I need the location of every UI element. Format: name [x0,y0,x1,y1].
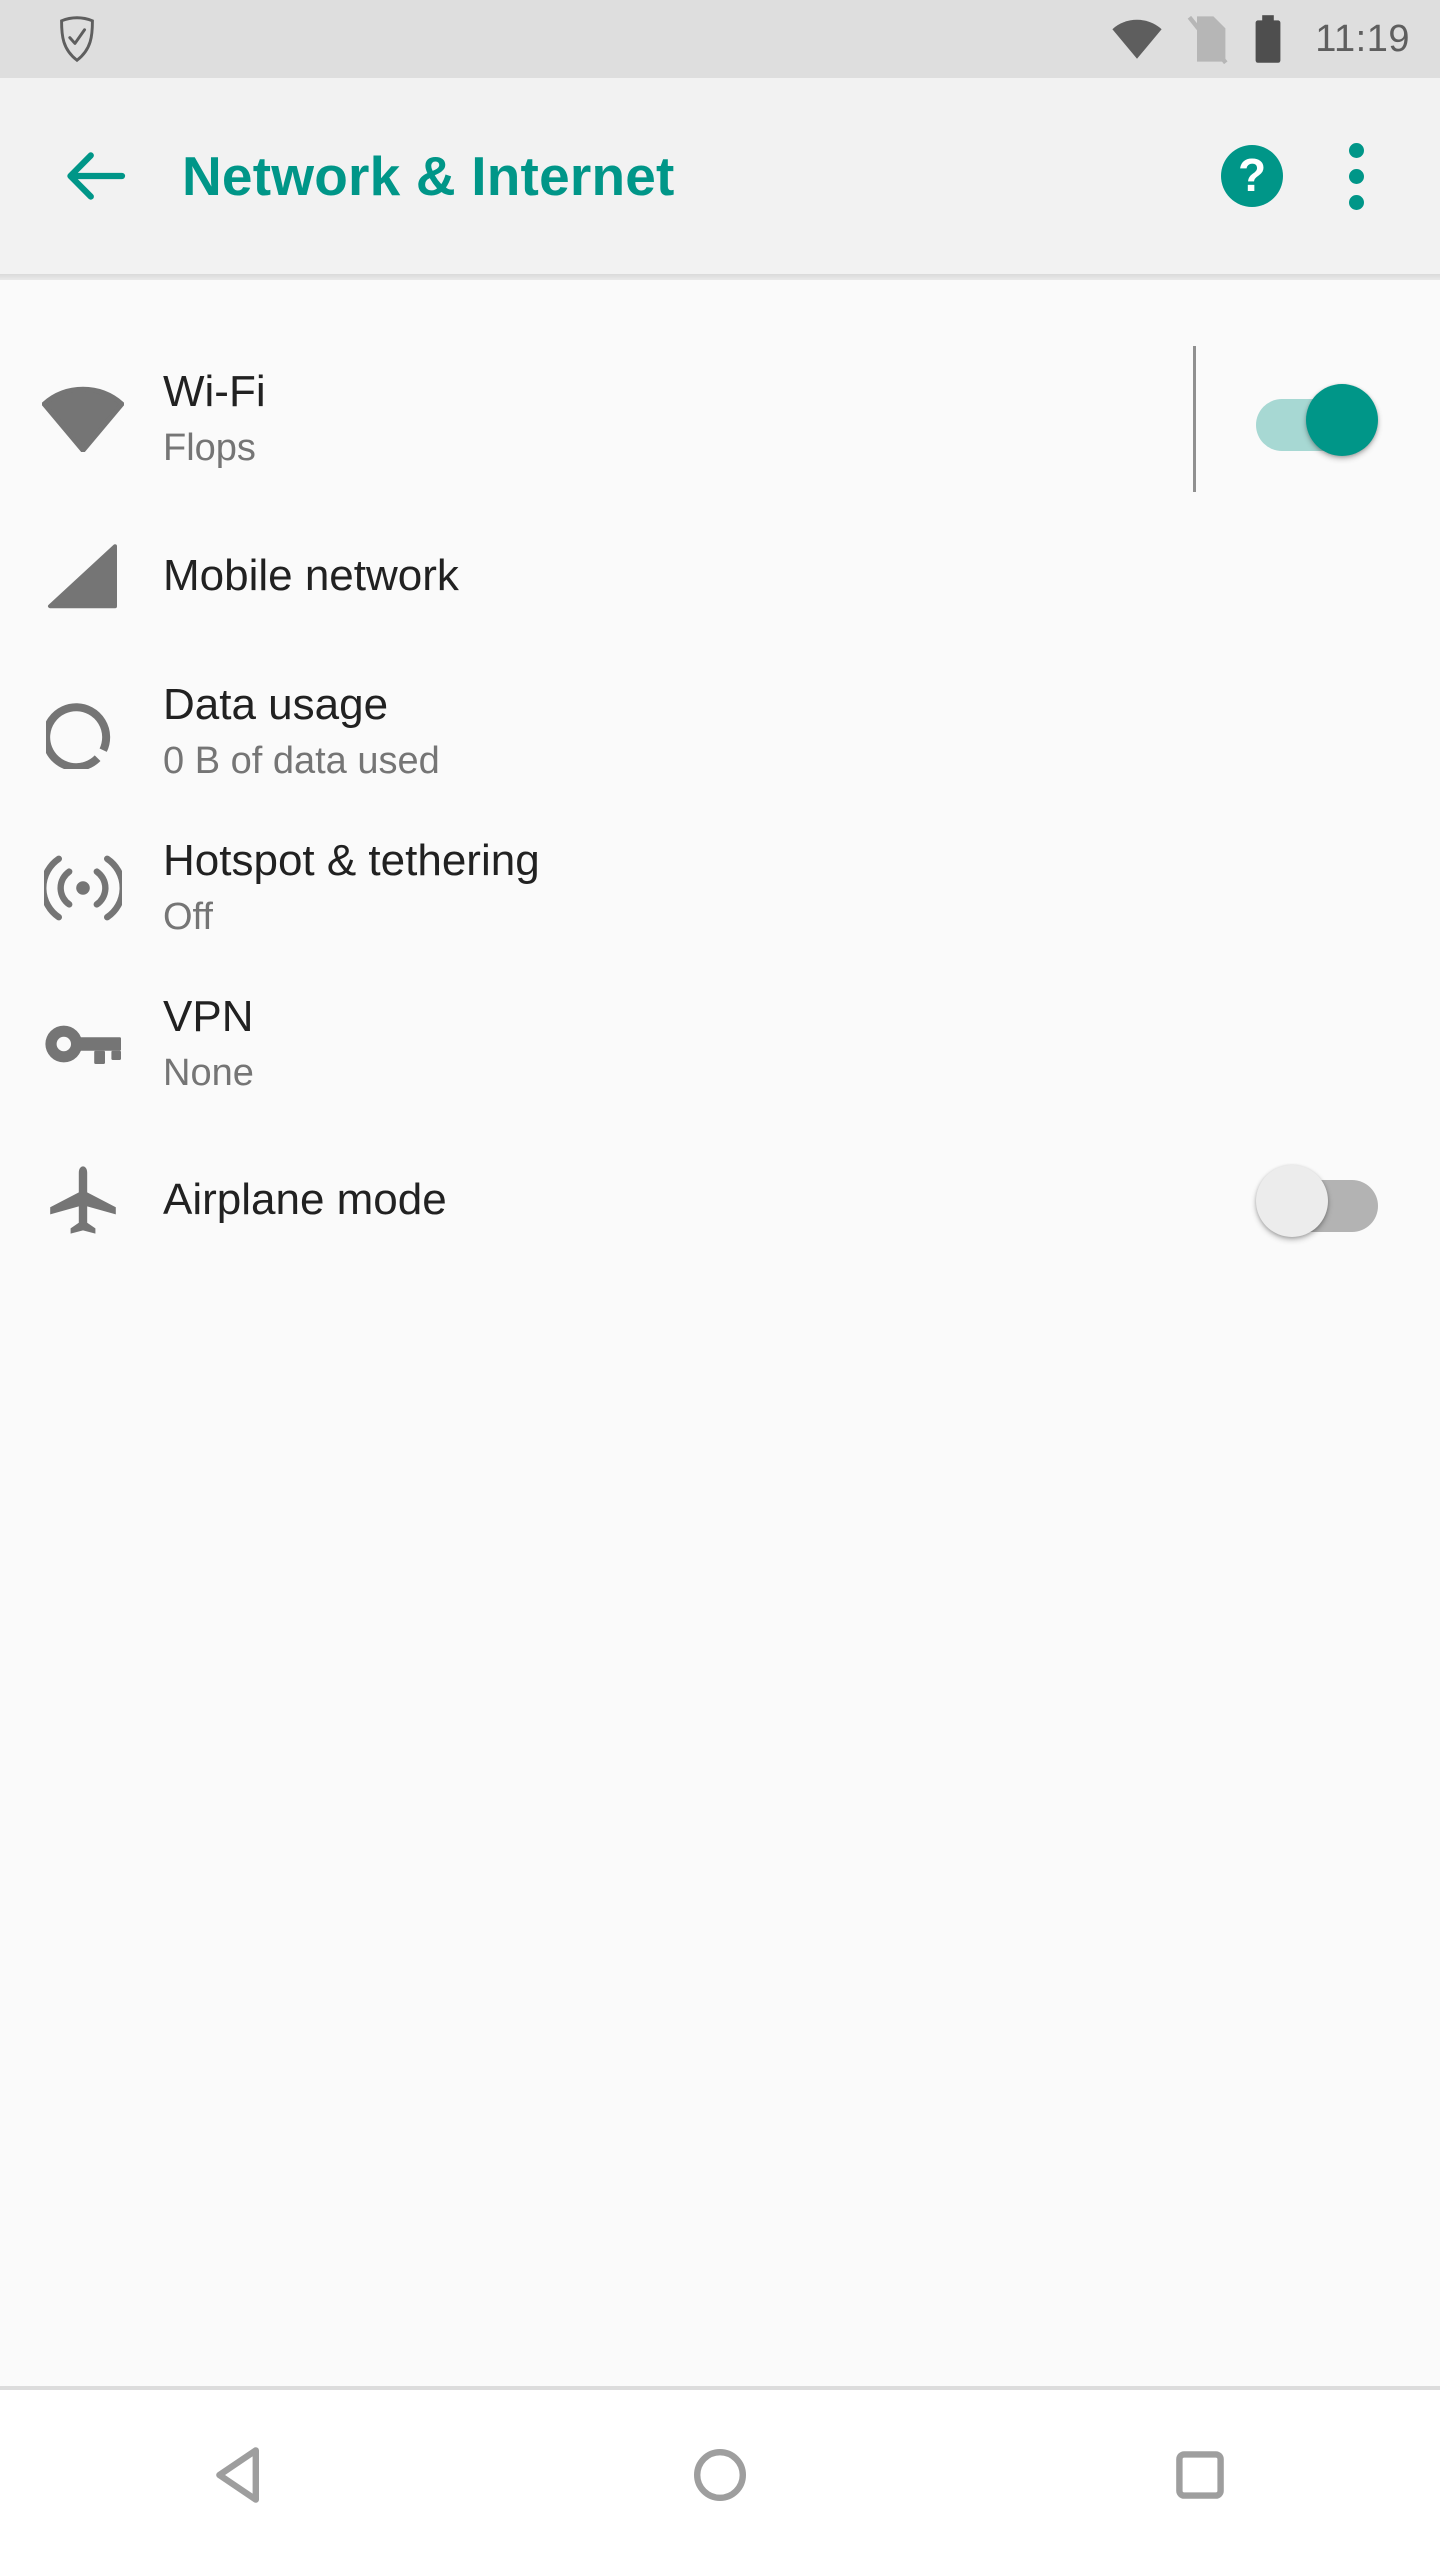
settings-row-subtitle: 0 B of data used [163,740,440,783]
switch-thumb [1306,384,1378,456]
battery-full-icon [1251,14,1285,64]
status-bar-clock: 11:19 [1315,18,1410,60]
settings-row-title: VPN [163,992,254,1042]
settings-row-vpn[interactable]: VPN None [0,966,1440,1122]
key-icon [28,989,138,1099]
back-button[interactable] [36,116,156,236]
status-bar-left-icons [56,15,98,63]
data-usage-donut-icon [28,677,138,787]
settings-row-mobile-network[interactable]: Mobile network [0,498,1440,654]
settings-row-title: Airplane mode [163,1175,447,1225]
square-icon [1175,2450,1225,2500]
settings-row-data-usage[interactable]: Data usage 0 B of data used [0,654,1440,810]
nav-back-button[interactable] [140,2390,340,2560]
overflow-dot-icon [1348,194,1364,210]
airplane-mode-toggle-switch[interactable] [1256,1162,1378,1238]
settings-list[interactable]: Wi-Fi Flops Mobile network Data usage 0 … [0,280,1440,2388]
settings-row-text: Data usage 0 B of data used [163,679,1440,784]
settings-row-subtitle: None [163,1052,254,1095]
settings-row-subtitle: Flops [163,427,256,470]
settings-row-airplane-mode[interactable]: Airplane mode [0,1122,1440,1278]
overflow-dot-icon [1348,168,1364,184]
hotspot-icon [28,833,138,943]
wifi-icon [28,364,138,474]
settings-row-text: Wi-Fi Flops [163,366,1193,471]
page-title: Network & Internet [182,145,675,207]
airplane-icon [28,1145,138,1255]
settings-row-hotspot-tethering[interactable]: Hotspot & tethering Off [0,810,1440,966]
settings-row-text: Airplane mode [163,1174,1256,1225]
settings-row-text: Hotspot & tethering Off [163,835,1440,940]
no-sim-icon [1185,14,1229,64]
system-navigation-bar [0,2390,1440,2560]
wifi-signal-icon [1111,18,1163,60]
row-vertical-divider [1193,346,1196,492]
nav-recents-button[interactable] [1100,2390,1300,2560]
settings-row-text: Mobile network [163,550,1440,601]
app-bar: Network & Internet ? [0,78,1440,274]
settings-row-title: Hotspot & tethering [163,836,540,886]
help-icon: ? [1221,145,1283,207]
settings-row-wifi[interactable]: Wi-Fi Flops [0,340,1440,498]
status-bar-right-icons: 11:19 [1111,14,1410,64]
triangle-left-icon [213,2446,267,2504]
settings-row-text: VPN None [163,991,1440,1096]
shield-check-icon [56,15,98,63]
settings-row-title: Data usage [163,680,389,730]
switch-thumb [1256,1165,1328,1237]
nav-home-button[interactable] [620,2390,820,2560]
status-bar: 11:19 [0,0,1440,78]
settings-row-title: Mobile network [163,551,459,601]
wifi-toggle-switch[interactable] [1256,381,1378,457]
overflow-dot-icon [1348,142,1364,158]
signal-cellular-icon [28,521,138,631]
settings-row-title: Wi-Fi [163,367,266,417]
help-button[interactable]: ? [1200,124,1304,228]
circle-icon [693,2448,747,2502]
overflow-menu-button[interactable] [1308,121,1404,231]
settings-row-subtitle: Off [163,896,213,939]
